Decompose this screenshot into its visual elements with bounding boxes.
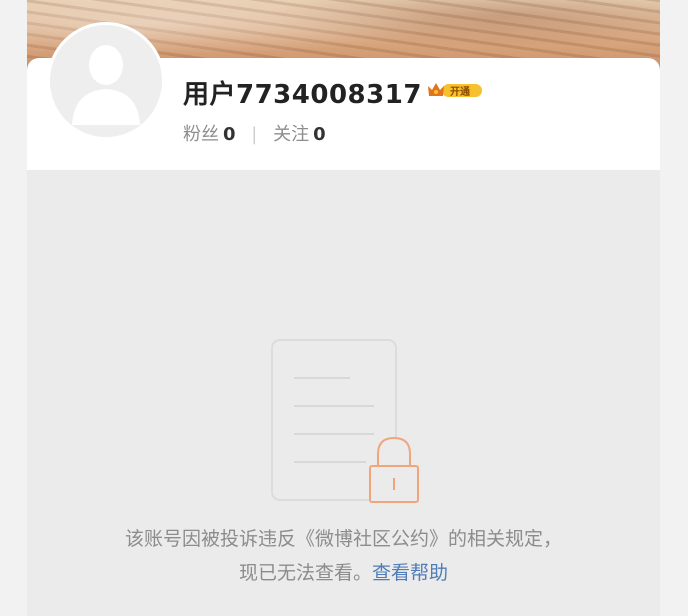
follow-count: 0 (313, 124, 326, 145)
follow-stat[interactable]: 关注 0 (273, 124, 326, 145)
follow-label: 关注 (273, 124, 310, 145)
avatar[interactable] (47, 22, 165, 140)
ban-notice-line2: 现已无法查看。查看帮助 (27, 558, 660, 585)
fans-label: 粉丝 (183, 124, 219, 145)
locked-document-illustration (270, 338, 420, 508)
profile-card: 用户7734008317 开通 粉丝 0 | 关注 0 该账号因被投诉违反《微博社 (27, 0, 660, 616)
ban-notice-text: 现已无法查看。 (238, 562, 372, 584)
ban-notice-line1: 该账号因被投诉违反《微博社区公约》的相关规定， (124, 528, 562, 550)
view-help-link[interactable]: 查看帮助 (372, 562, 448, 584)
vip-badge[interactable]: 开通 (426, 80, 484, 100)
default-avatar-icon (50, 25, 162, 137)
fans-count: 0 (223, 124, 236, 145)
locked-document-icon (271, 339, 419, 503)
username: 用户7734008317 (183, 80, 422, 110)
stats-separator: | (251, 124, 258, 145)
fans-stat[interactable]: 粉丝 0 (183, 124, 241, 145)
follow-stats: 粉丝 0 | 关注 0 (183, 120, 326, 146)
vip-badge-label: 开通 (450, 87, 470, 98)
